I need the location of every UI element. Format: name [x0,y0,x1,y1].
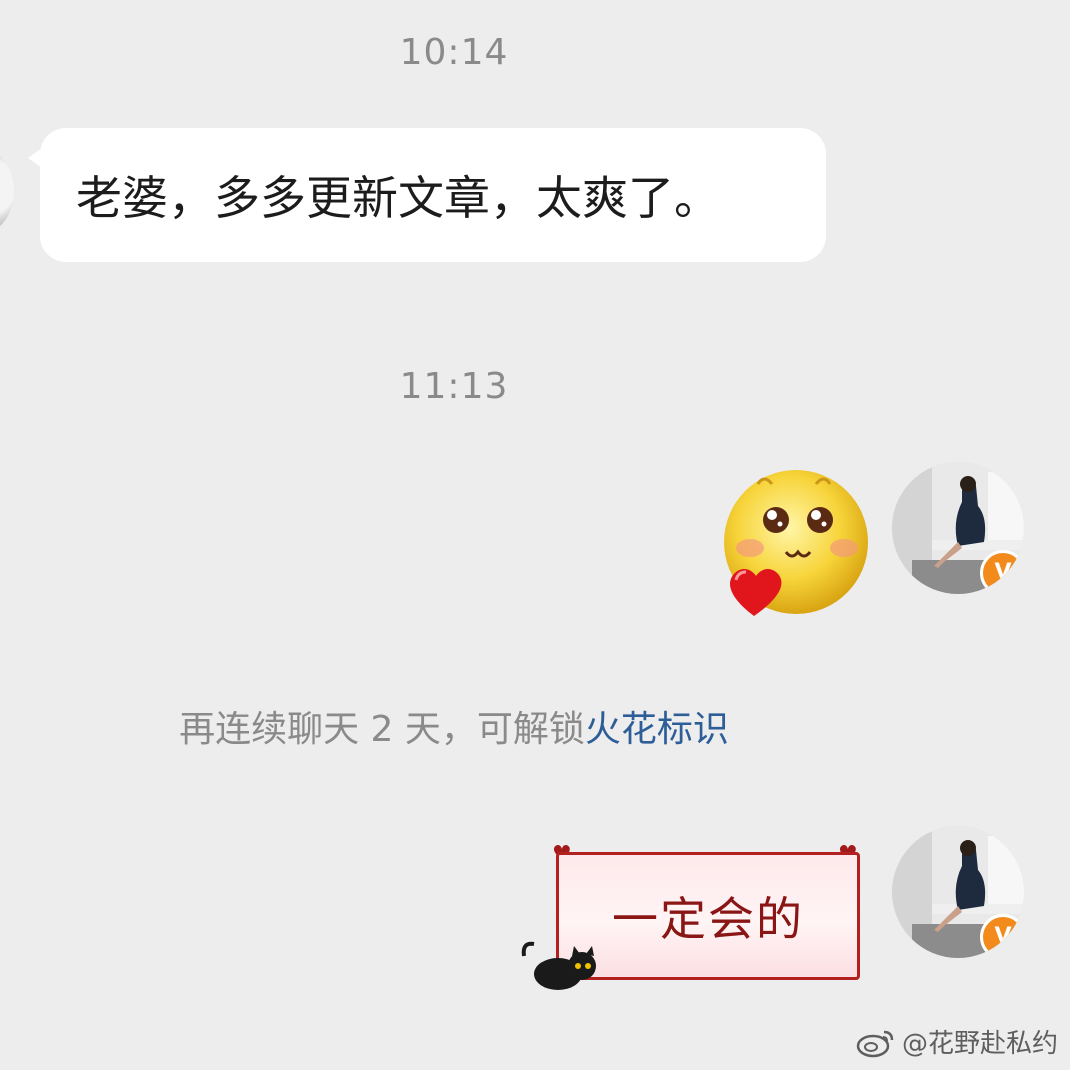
weibo-logo-icon [856,1030,894,1057]
outgoing-sticker-text: 一定会的 [612,892,804,946]
my-avatar[interactable]: V [892,826,1024,958]
spark-badge-link[interactable]: 火花标识 [585,709,729,750]
watermark-text: @花野赴私约 [901,1029,1058,1059]
notice-text: 再连续聊天 2 天，可解锁 [179,709,585,750]
contact-avatar[interactable] [0,148,14,234]
watermark: @花野赴私约 [856,1023,1058,1060]
verified-badge-icon: V [980,914,1024,958]
verified-badge-icon: V [980,550,1024,594]
outgoing-sticker-message[interactable]: ♥ ♥ 一定会的 [520,840,876,1000]
spark-unlock-notice: 再连续聊天 2 天，可解锁火花标识 [0,700,908,752]
timestamp: 11:13 [399,366,509,407]
emoji-love-sticker[interactable] [720,466,880,626]
incoming-message-bubble[interactable]: 老婆，多多更新文章，太爽了。 [28,128,826,262]
incoming-message-text: 老婆，多多更新文章，太爽了。 [76,171,720,225]
my-avatar[interactable]: V [892,462,1024,594]
black-cat-icon [521,941,596,990]
timestamp: 10:14 [399,32,509,73]
